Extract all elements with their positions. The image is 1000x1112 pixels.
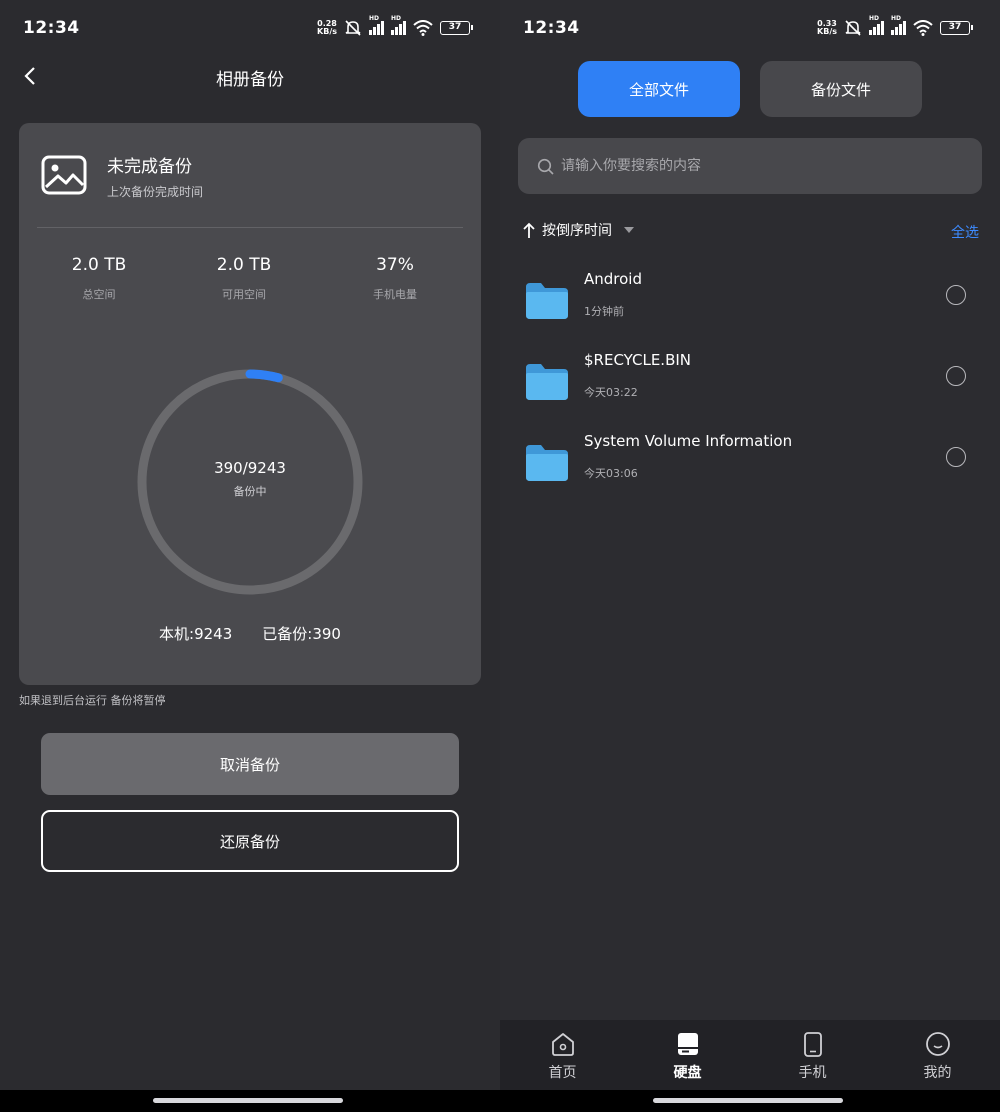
sort-dropdown[interactable]: 按倒序时间 bbox=[522, 220, 634, 240]
signal-icon: HD bbox=[869, 15, 884, 35]
profile-icon bbox=[925, 1032, 950, 1056]
backup-counts: 本机:9243 已备份:390 bbox=[19, 623, 481, 644]
mute-icon bbox=[345, 20, 361, 36]
file-time: 今天03:22 bbox=[584, 386, 638, 399]
files-screen: 12:34 0.33KB/s HD HD 37 全部文件 备份文件 按倒序时间 … bbox=[500, 0, 1000, 1112]
wifi-icon bbox=[913, 20, 933, 36]
battery-icon: 37 bbox=[940, 21, 973, 35]
file-time: 今天03:06 bbox=[584, 467, 638, 480]
bottom-tab-bar: 首页 硬盘 手机 我的 bbox=[500, 1020, 1000, 1090]
tab-profile[interactable]: 我的 bbox=[875, 1020, 1000, 1090]
cancel-backup-button[interactable]: 取消备份 bbox=[41, 733, 459, 795]
status-time: 12:34 bbox=[23, 18, 80, 38]
tab-phone[interactable]: 手机 bbox=[750, 1020, 875, 1090]
folder-icon bbox=[526, 445, 568, 481]
sort-arrow-icon bbox=[523, 222, 535, 238]
signal-icon: HD bbox=[369, 15, 384, 35]
free-space-stat: 2.0 TB 可用空间 bbox=[216, 255, 272, 301]
search-icon bbox=[537, 158, 554, 175]
battery-stat: 37% 手机电量 bbox=[373, 255, 417, 301]
folder-icon bbox=[526, 364, 568, 400]
tab-home[interactable]: 首页 bbox=[500, 1020, 625, 1090]
folder-icon bbox=[526, 283, 568, 319]
status-time: 12:34 bbox=[523, 18, 580, 38]
network-speed: 0.33 KB/s bbox=[817, 19, 837, 36]
wifi-icon bbox=[413, 20, 433, 36]
last-backup-time: 上次备份完成时间 bbox=[107, 185, 204, 199]
list-item[interactable]: System Volume Information 今天03:06 bbox=[500, 429, 1000, 509]
page-title: 相册备份 bbox=[216, 70, 284, 90]
file-name: Android bbox=[584, 270, 642, 288]
sort-label: 按倒序时间 bbox=[542, 223, 612, 239]
home-icon bbox=[551, 1033, 574, 1056]
mute-icon bbox=[845, 20, 861, 36]
backup-screen: 12:34 0.28 KB/s HD HD 37 相册备份 未完成备份 上次备份完… bbox=[0, 0, 500, 1112]
home-indicator[interactable] bbox=[653, 1098, 843, 1103]
divider bbox=[37, 227, 463, 228]
status-bar: 12:34 0.28 KB/s HD HD 37 bbox=[0, 0, 500, 56]
photo-icon bbox=[41, 155, 87, 195]
signal-icon: HD bbox=[391, 15, 406, 35]
disk-icon bbox=[677, 1033, 698, 1055]
network-speed: 0.28 KB/s bbox=[317, 19, 337, 36]
tab-disk[interactable]: 硬盘 bbox=[625, 1020, 750, 1090]
search-bar[interactable] bbox=[518, 138, 982, 194]
nav-bar bbox=[0, 1090, 500, 1112]
progress-text: 390/9243 备份中 bbox=[214, 459, 286, 498]
tab-backup-files[interactable]: 备份文件 bbox=[760, 61, 922, 117]
select-radio[interactable] bbox=[946, 447, 966, 467]
search-input[interactable] bbox=[561, 152, 961, 180]
backup-card: 未完成备份 上次备份完成时间 2.0 TB 总空间 2.0 TB 可用空间 37% 手… bbox=[19, 123, 481, 685]
backed-count: 已备份:390 bbox=[262, 625, 341, 643]
nav-bar bbox=[500, 1090, 1000, 1112]
signal-icon: HD bbox=[891, 15, 906, 35]
select-radio[interactable] bbox=[946, 366, 966, 386]
battery-icon: 37 bbox=[440, 21, 473, 35]
chevron-down-icon bbox=[624, 227, 634, 233]
select-radio[interactable] bbox=[946, 285, 966, 305]
backup-status-title: 未完成备份 bbox=[107, 157, 192, 177]
total-space-stat: 2.0 TB 总空间 bbox=[71, 255, 127, 301]
list-item[interactable]: $RECYCLE.BIN 今天03:22 bbox=[500, 348, 1000, 428]
list-item[interactable]: Android 1分钟前 bbox=[500, 267, 1000, 347]
background-hint: 如果退到后台运行 备份将暂停 bbox=[19, 694, 166, 707]
tab-all-files[interactable]: 全部文件 bbox=[578, 61, 740, 117]
file-time: 1分钟前 bbox=[584, 305, 624, 318]
local-count: 本机:9243 bbox=[159, 625, 233, 643]
phone-icon bbox=[803, 1032, 822, 1057]
file-name: $RECYCLE.BIN bbox=[584, 351, 692, 369]
restore-backup-button[interactable]: 还原备份 bbox=[41, 810, 459, 872]
file-name: System Volume Information bbox=[584, 432, 793, 450]
status-bar: 12:34 0.33 KB/s HD HD 37 bbox=[500, 0, 1000, 56]
select-all-button[interactable]: 全选 bbox=[951, 222, 979, 242]
home-indicator[interactable] bbox=[153, 1098, 343, 1103]
